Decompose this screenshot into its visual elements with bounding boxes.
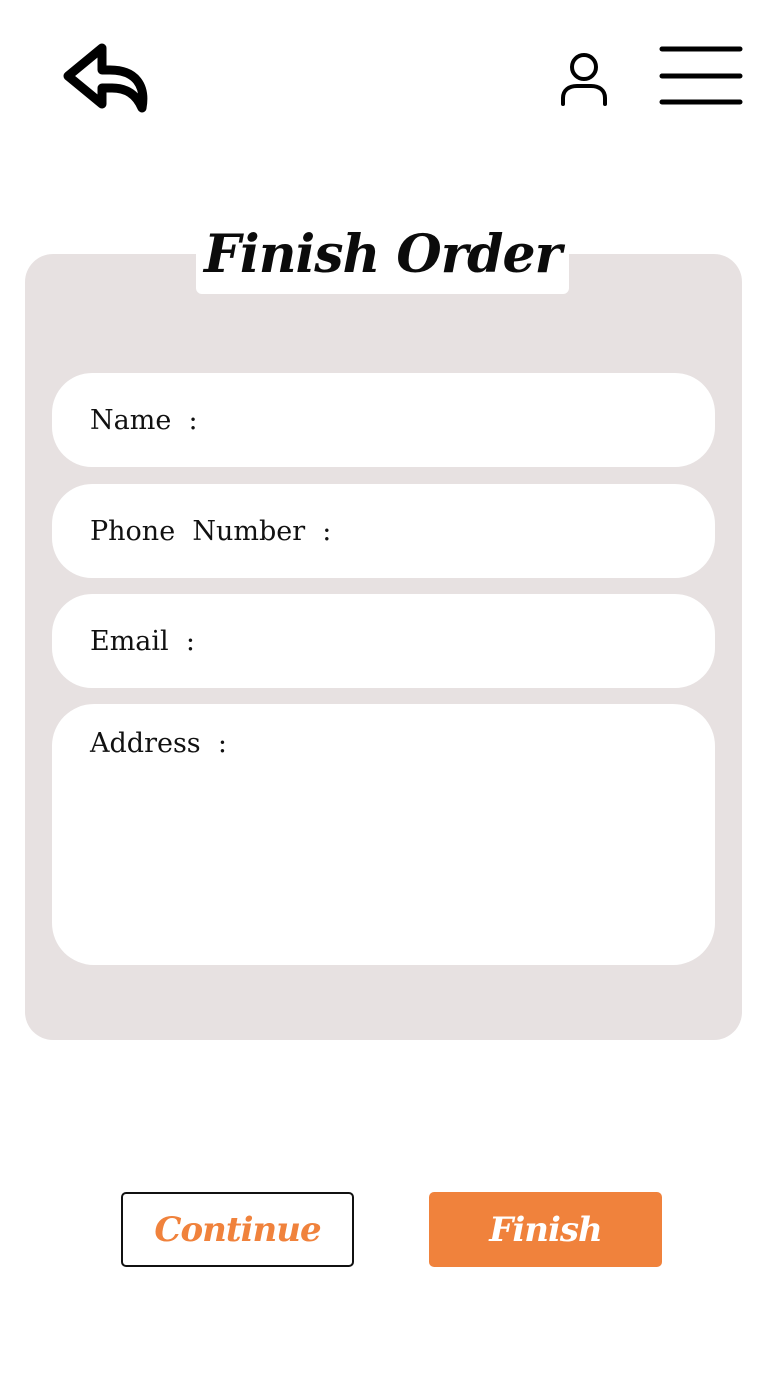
phone-number-field-label: Phone Number : xyxy=(90,515,332,547)
email-field[interactable]: Email : xyxy=(52,594,715,688)
page-title: Finish Order xyxy=(204,224,562,285)
address-field[interactable]: Address : xyxy=(52,704,715,965)
menu-button[interactable] xyxy=(656,40,746,112)
address-field-label: Address : xyxy=(90,728,227,759)
back-button[interactable] xyxy=(56,36,156,120)
user-profile-button[interactable] xyxy=(556,50,612,108)
name-field[interactable]: Name : xyxy=(52,373,715,467)
phone-number-field[interactable]: Phone Number : xyxy=(52,484,715,578)
hamburger-menu-icon xyxy=(659,46,743,105)
back-arrow-icon xyxy=(63,43,148,113)
name-field-label: Name : xyxy=(90,404,198,436)
email-field-label: Email : xyxy=(90,625,195,657)
title-tab: Finish Order xyxy=(196,222,569,294)
continue-button[interactable]: Continue xyxy=(121,1192,354,1267)
user-icon xyxy=(561,53,607,106)
finish-button[interactable]: Finish xyxy=(429,1192,662,1267)
